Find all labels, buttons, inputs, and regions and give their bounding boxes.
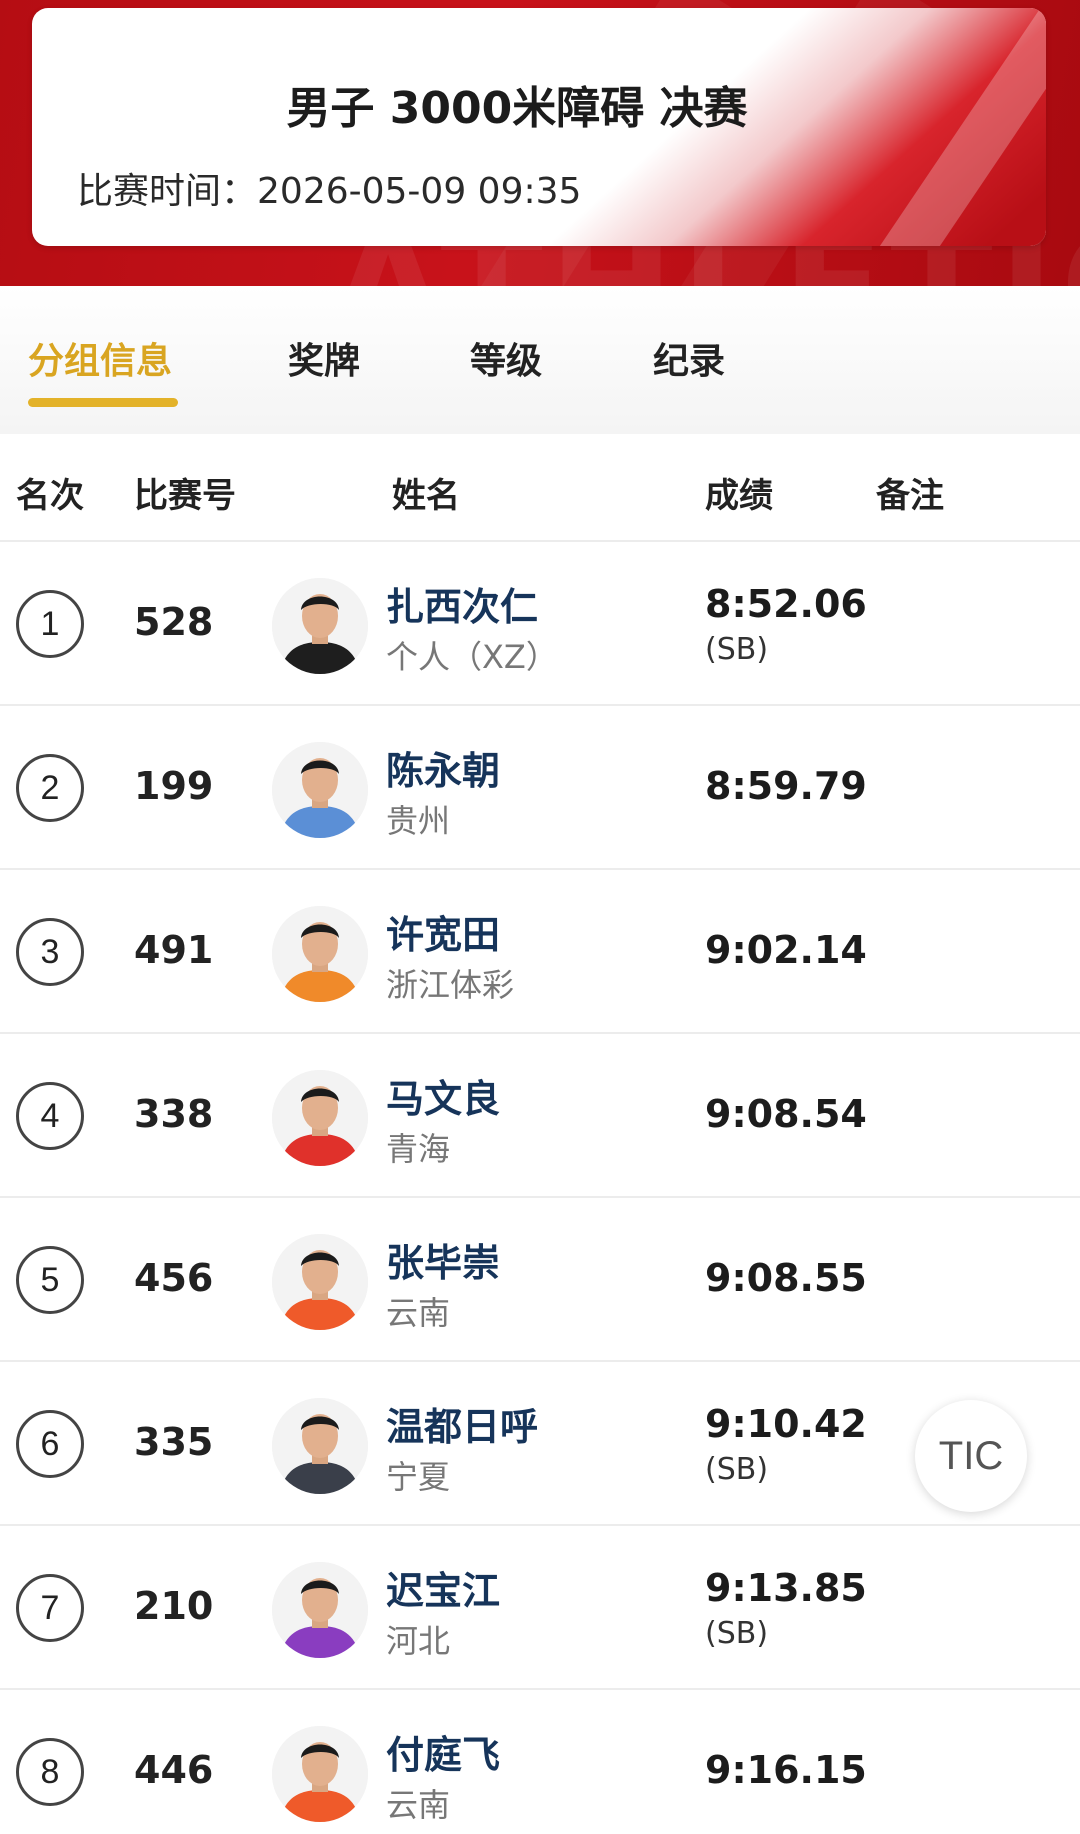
rank-badge: 3 bbox=[16, 918, 84, 986]
bib-number: 446 bbox=[134, 1748, 214, 1792]
table-row[interactable]: 5 456 张毕崇云南 9:08.55 bbox=[0, 1198, 1080, 1362]
event-time: 比赛时间：2026-05-09 09:35 bbox=[77, 162, 581, 214]
rank-badge: 4 bbox=[16, 1082, 84, 1150]
athlete-team: 贵州 bbox=[386, 802, 451, 840]
athlete-avatar bbox=[272, 1070, 368, 1166]
tab-group-info[interactable]: 分组信息 bbox=[28, 332, 172, 384]
header-banner: ATHLETICS 男子 3000米障碍 决赛 比赛时间：2026-05-09 … bbox=[0, 0, 1080, 286]
result-time: 9:08.54 bbox=[705, 1092, 867, 1136]
table-header: 名次 比赛号 姓名 成绩 备注 bbox=[0, 434, 1080, 542]
event-time-value: 2026-05-09 09:35 bbox=[257, 171, 582, 212]
bib-number: 210 bbox=[134, 1584, 214, 1628]
table-row[interactable]: 4 338 马文良青海 9:08.54 bbox=[0, 1034, 1080, 1198]
column-header-remark: 备注 bbox=[876, 476, 944, 516]
tab-levels[interactable]: 等级 bbox=[470, 332, 542, 384]
rank-badge: 7 bbox=[16, 1574, 84, 1642]
rank-badge: 1 bbox=[16, 590, 84, 658]
athlete-avatar bbox=[272, 906, 368, 1002]
event-card: 男子 3000米障碍 决赛 比赛时间：2026-05-09 09:35 bbox=[32, 8, 1046, 246]
rank-badge: 8 bbox=[16, 1738, 84, 1806]
bib-number: 456 bbox=[134, 1256, 214, 1300]
table-row[interactable]: 1 528 扎西次仁个人（XZ） 8:52.06 (SB) bbox=[0, 542, 1080, 706]
athlete-avatar bbox=[272, 1562, 368, 1658]
athlete-name[interactable]: 扎西次仁 bbox=[386, 576, 538, 631]
column-header-score: 成绩 bbox=[705, 476, 773, 516]
result-time: 8:52.06 bbox=[705, 582, 867, 626]
tab-records[interactable]: 纪录 bbox=[653, 332, 725, 384]
bib-number: 528 bbox=[134, 600, 214, 644]
event-title: 男子 3000米障碍 决赛 bbox=[286, 83, 748, 134]
bib-number: 335 bbox=[134, 1420, 214, 1464]
result-time: 8:59.79 bbox=[705, 764, 867, 808]
result-time: 9:10.42 bbox=[705, 1402, 867, 1446]
athlete-name[interactable]: 温都日呼 bbox=[386, 1396, 538, 1451]
result-time: 9:16.15 bbox=[705, 1748, 867, 1792]
column-header-bib: 比赛号 bbox=[134, 476, 236, 516]
athlete-name[interactable]: 陈永朝 bbox=[386, 740, 500, 795]
result-time: 9:02.14 bbox=[705, 928, 867, 972]
athlete-team: 宁夏 bbox=[386, 1458, 451, 1496]
event-time-label: 比赛时间： bbox=[77, 171, 258, 212]
athlete-avatar bbox=[272, 742, 368, 838]
result-note: (SB) bbox=[705, 1452, 769, 1487]
athlete-avatar bbox=[272, 1398, 368, 1494]
table-row[interactable]: 7 210 迟宝江河北 9:13.85 (SB) bbox=[0, 1526, 1080, 1690]
athlete-avatar bbox=[272, 1234, 368, 1330]
athlete-name[interactable]: 马文良 bbox=[386, 1068, 500, 1123]
result-time: 9:13.85 bbox=[705, 1566, 867, 1610]
athlete-avatar bbox=[272, 578, 368, 674]
rank-badge: 5 bbox=[16, 1246, 84, 1314]
bib-number: 491 bbox=[134, 928, 214, 972]
table-row[interactable]: 8 446 付庭飞云南 9:16.15 bbox=[0, 1690, 1080, 1834]
table-row[interactable]: 3 491 许宽田浙江体彩 9:02.14 bbox=[0, 870, 1080, 1034]
tab-medals[interactable]: 奖牌 bbox=[288, 332, 360, 384]
athlete-team: 云南 bbox=[386, 1294, 451, 1332]
bib-number: 338 bbox=[134, 1092, 214, 1136]
active-tab-indicator bbox=[28, 398, 178, 407]
result-note: (SB) bbox=[705, 632, 769, 667]
column-header-rank: 名次 bbox=[16, 476, 84, 516]
rank-badge: 6 bbox=[16, 1410, 84, 1478]
floating-tic-button[interactable]: TIC bbox=[915, 1400, 1027, 1512]
result-time: 9:08.55 bbox=[705, 1256, 867, 1300]
athlete-name[interactable]: 付庭飞 bbox=[386, 1724, 500, 1779]
athlete-avatar bbox=[272, 1726, 368, 1822]
bib-number: 199 bbox=[134, 764, 214, 808]
athlete-team: 浙江体彩 bbox=[386, 966, 515, 1004]
table-row[interactable]: 2 199 陈永朝贵州 8:59.79 bbox=[0, 706, 1080, 870]
tab-bar: 分组信息 奖牌 等级 纪录 bbox=[0, 286, 1080, 434]
athlete-name[interactable]: 张毕崇 bbox=[386, 1232, 500, 1287]
athlete-team: 青海 bbox=[386, 1130, 451, 1168]
athlete-team: 个人（XZ） bbox=[386, 638, 558, 676]
result-note: (SB) bbox=[705, 1616, 769, 1651]
athlete-name[interactable]: 许宽田 bbox=[386, 904, 500, 959]
rank-badge: 2 bbox=[16, 754, 84, 822]
athlete-team: 云南 bbox=[386, 1786, 451, 1824]
athlete-team: 河北 bbox=[386, 1622, 451, 1660]
column-header-name: 姓名 bbox=[392, 476, 460, 516]
results-list: 1 528 扎西次仁 个人（XZ） 8:52.06 (SB) 2 199 陈永朝 贵州 8:59.7… bbox=[0, 542, 1080, 1834]
athlete-name[interactable]: 迟宝江 bbox=[386, 1560, 500, 1615]
